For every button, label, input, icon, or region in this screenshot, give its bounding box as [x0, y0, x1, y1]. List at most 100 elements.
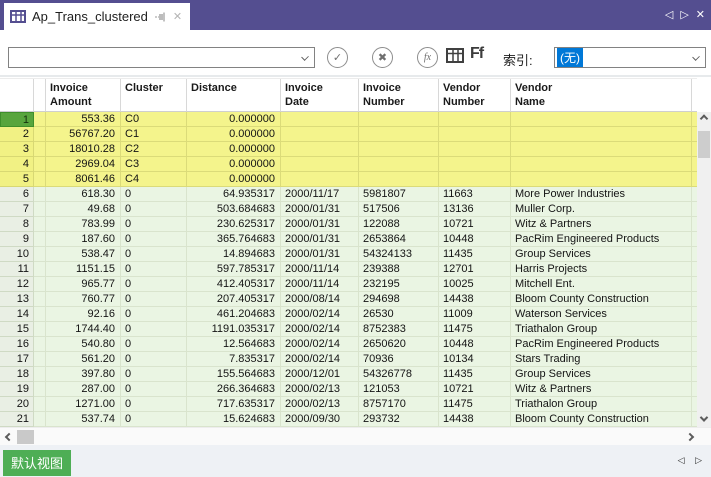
filter-combobox[interactable]	[8, 47, 315, 68]
cell-amount[interactable]: 540.80	[46, 337, 121, 352]
cell-cluster[interactable]: 0	[121, 307, 187, 322]
cell-invnum[interactable]: 239388	[359, 262, 439, 277]
cell-vendnum[interactable]: 14438	[439, 412, 511, 427]
tab-ap-trans-clustered[interactable]: Ap_Trans_clustered ✕	[4, 3, 191, 30]
cell-cluster[interactable]: C3	[121, 157, 187, 172]
cell-date[interactable]: 2000/02/14	[281, 322, 359, 337]
cell-cluster[interactable]: 0	[121, 337, 187, 352]
row-number[interactable]: 9	[0, 232, 34, 247]
column-header-date[interactable]: Invoice Date	[281, 79, 359, 112]
row-number[interactable]: 17	[0, 352, 34, 367]
column-header-invnum[interactable]: Invoice Number	[359, 79, 439, 112]
cell-vendnum[interactable]: 11475	[439, 397, 511, 412]
cell-cluster[interactable]: 0	[121, 187, 187, 202]
cell-vendor[interactable]: Witz & Partners	[511, 382, 692, 397]
cell-amount[interactable]: 49.68	[46, 202, 121, 217]
cell-date[interactable]: 2000/11/17	[281, 187, 359, 202]
cell-amount[interactable]: 965.77	[46, 277, 121, 292]
cell-invnum[interactable]: 2653864	[359, 232, 439, 247]
cell-vendnum[interactable]: 10134	[439, 352, 511, 367]
cell-amount[interactable]: 397.80	[46, 367, 121, 382]
nav-right-icon[interactable]: ▷	[680, 8, 688, 21]
cell-cluster[interactable]: 0	[121, 262, 187, 277]
cell-vendnum[interactable]: 10721	[439, 382, 511, 397]
cell-date[interactable]: 2000/01/31	[281, 202, 359, 217]
cell-distance[interactable]: 717.635317	[187, 397, 281, 412]
cell-vendnum[interactable]: 12701	[439, 262, 511, 277]
cell-cluster[interactable]: C1	[121, 127, 187, 142]
cell-vendor[interactable]: Mitchell Ent.	[511, 277, 692, 292]
vertical-scrollbar-thumb[interactable]	[698, 131, 710, 158]
cell-vendor[interactable]: Witz & Partners	[511, 217, 692, 232]
cell-distance[interactable]: 230.625317	[187, 217, 281, 232]
cell-vendnum[interactable]	[439, 172, 511, 187]
cell-distance[interactable]: 0.000000	[187, 112, 281, 127]
cell-amount[interactable]: 538.47	[46, 247, 121, 262]
font-button[interactable]: Ff	[470, 45, 484, 63]
row-number[interactable]: 20	[0, 397, 34, 412]
default-view-button[interactable]: 默认视图	[3, 450, 72, 476]
scroll-right-button[interactable]	[683, 428, 697, 446]
cell-amount[interactable]: 8061.46	[46, 172, 121, 187]
row-number[interactable]: 7	[0, 202, 34, 217]
scroll-left-button[interactable]	[2, 428, 16, 446]
cell-distance[interactable]: 7.835317	[187, 352, 281, 367]
cell-vendnum[interactable]: 11435	[439, 367, 511, 382]
cell-vendor[interactable]	[511, 127, 692, 142]
cell-cluster[interactable]: 0	[121, 352, 187, 367]
cell-cluster[interactable]: 0	[121, 367, 187, 382]
cell-invnum[interactable]: 54326778	[359, 367, 439, 382]
cell-distance[interactable]: 597.785317	[187, 262, 281, 277]
cell-vendnum[interactable]: 11435	[439, 247, 511, 262]
formula-button[interactable]: fx	[417, 47, 438, 68]
cell-vendor[interactable]: More Power Industries	[511, 187, 692, 202]
vertical-scrollbar[interactable]	[697, 112, 711, 427]
cell-invnum[interactable]	[359, 172, 439, 187]
cell-invnum[interactable]: 2650620	[359, 337, 439, 352]
cell-vendnum[interactable]: 10025	[439, 277, 511, 292]
cell-vendor[interactable]: Bloom County Construction	[511, 292, 692, 307]
column-header-vendor[interactable]: Vendor Name	[511, 79, 692, 112]
cell-cluster[interactable]: 0	[121, 397, 187, 412]
cell-vendor[interactable]: Triathalon Group	[511, 397, 692, 412]
cell-invnum[interactable]	[359, 142, 439, 157]
row-number[interactable]: 21	[0, 412, 34, 427]
cell-cluster[interactable]: C2	[121, 142, 187, 157]
cell-date[interactable]: 2000/02/14	[281, 337, 359, 352]
row-number[interactable]: 1	[0, 112, 34, 127]
cell-amount[interactable]: 18010.28	[46, 142, 121, 157]
cell-distance[interactable]: 155.564683	[187, 367, 281, 382]
cell-date[interactable]: 2000/12/01	[281, 367, 359, 382]
cell-vendor[interactable]: PacRim Engineered Products	[511, 337, 692, 352]
row-number[interactable]: 6	[0, 187, 34, 202]
cell-vendor[interactable]: Muller Corp.	[511, 202, 692, 217]
cell-amount[interactable]: 760.77	[46, 292, 121, 307]
cell-invnum[interactable]: 122088	[359, 217, 439, 232]
horizontal-scrollbar[interactable]	[0, 427, 711, 445]
cell-vendor[interactable]	[511, 172, 692, 187]
row-number[interactable]: 18	[0, 367, 34, 382]
cell-amount[interactable]: 1151.15	[46, 262, 121, 277]
row-number[interactable]: 16	[0, 337, 34, 352]
column-header-vendnum[interactable]: Vendor Number	[439, 79, 511, 112]
cell-distance[interactable]: 0.000000	[187, 127, 281, 142]
cell-date[interactable]: 2000/01/31	[281, 217, 359, 232]
row-number[interactable]: 2	[0, 127, 34, 142]
cell-cluster[interactable]: 0	[121, 202, 187, 217]
row-number[interactable]: 14	[0, 307, 34, 322]
cell-cluster[interactable]: 0	[121, 232, 187, 247]
cell-date[interactable]: 2000/09/30	[281, 412, 359, 427]
cell-date[interactable]: 2000/01/31	[281, 247, 359, 262]
cell-cluster[interactable]: 0	[121, 292, 187, 307]
column-header-distance[interactable]: Distance	[187, 79, 281, 112]
cell-invnum[interactable]: 26530	[359, 307, 439, 322]
cell-vendor[interactable]: Bloom County Construction	[511, 412, 692, 427]
record-nav-arrows[interactable]: ◁ ▷	[678, 455, 706, 466]
cell-date[interactable]	[281, 142, 359, 157]
cell-distance[interactable]: 0.000000	[187, 172, 281, 187]
cell-distance[interactable]: 12.564683	[187, 337, 281, 352]
cell-vendnum[interactable]	[439, 157, 511, 172]
clear-filter-button[interactable]: ✖	[372, 47, 393, 68]
cell-cluster[interactable]: 0	[121, 277, 187, 292]
cell-cluster[interactable]: 0	[121, 412, 187, 427]
